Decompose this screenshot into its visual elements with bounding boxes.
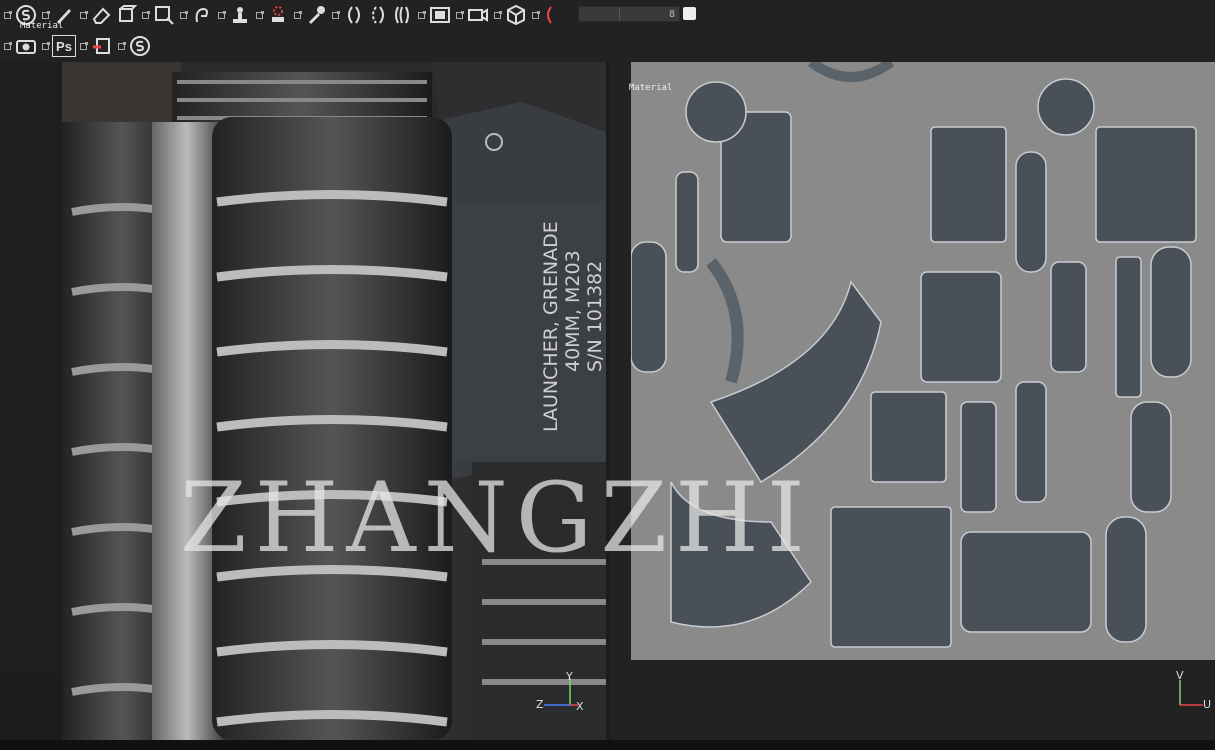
tool-substance-share[interactable] (114, 34, 152, 58)
mirror-icon[interactable] (366, 3, 390, 27)
grenade-text-line-2: 40MM, M203 (562, 250, 584, 372)
axis-z-label: Z (536, 698, 544, 711)
tool-render[interactable] (490, 3, 528, 27)
viewport-2d-label: Material (629, 83, 673, 93)
clone-stamp-icon[interactable] (266, 3, 290, 27)
popout-icon[interactable] (332, 10, 340, 19)
popout-icon[interactable] (4, 41, 12, 50)
popout-icon[interactable] (532, 10, 540, 19)
tool-polyfill[interactable] (138, 3, 176, 27)
grenade-text-line-3: S/N 101382 (584, 261, 606, 372)
projection-icon[interactable] (114, 3, 138, 27)
tool-xray[interactable] (390, 3, 414, 27)
polygon-fill-icon[interactable] (152, 3, 176, 27)
popout-icon[interactable] (294, 10, 302, 19)
status-bar (0, 740, 1215, 750)
tool-eraser[interactable] (76, 3, 114, 27)
grenade-text-line-1: LAUNCHER, GRENADE (540, 221, 562, 432)
brush-size-slider[interactable]: 8 (578, 6, 680, 22)
tool-smudge[interactable] (176, 3, 214, 27)
axis-y-label: Y (566, 670, 573, 683)
tool-lasso[interactable] (528, 3, 566, 27)
axis-x-label: X (576, 700, 584, 713)
color-picker-icon[interactable] (304, 3, 328, 27)
tool-screenshot[interactable] (0, 34, 38, 58)
lasso-icon[interactable] (542, 3, 566, 27)
eraser-icon[interactable] (90, 3, 114, 27)
3d-view-icon[interactable] (466, 3, 490, 27)
popout-icon[interactable] (418, 10, 426, 19)
tool-picker[interactable] (290, 3, 328, 27)
screenshot-icon[interactable] (14, 34, 38, 58)
viewport-3d-label: Material (20, 21, 64, 31)
export-icon[interactable] (90, 34, 114, 58)
tool-symmetry[interactable] (328, 3, 366, 27)
viewport-2d[interactable]: Material V U (610, 62, 1215, 740)
popout-icon[interactable] (80, 41, 88, 50)
tool-photoshop[interactable]: Ps (38, 35, 76, 57)
viewport-3d[interactable]: LAUNCHER, GRENADE 40MM, M203 S/N 101382 … (62, 62, 606, 740)
popout-icon[interactable] (218, 10, 226, 19)
camera-icon[interactable] (428, 3, 452, 27)
popout-icon[interactable] (456, 10, 464, 19)
popout-icon[interactable] (42, 10, 50, 19)
toolbar: 8 Ps (0, 0, 1215, 62)
popout-icon[interactable] (494, 10, 502, 19)
popout-icon[interactable] (80, 10, 88, 19)
watermark-text: ZHANGZHI (180, 462, 813, 574)
edit-value-icon[interactable] (683, 7, 696, 20)
popout-icon[interactable] (142, 10, 150, 19)
popout-icon[interactable] (180, 10, 188, 19)
tool-export[interactable] (76, 34, 114, 58)
slider-value: 8 (668, 8, 675, 20)
tool-camera-view[interactable] (414, 3, 452, 27)
render-icon[interactable] (504, 3, 528, 27)
toolbar-row-1 (0, 0, 566, 30)
popout-icon[interactable] (118, 41, 126, 50)
tool-mirror[interactable] (366, 3, 390, 27)
clone-icon[interactable] (228, 3, 252, 27)
popout-icon[interactable] (256, 10, 264, 19)
popout-icon[interactable] (42, 41, 50, 50)
3d-model-render: LAUNCHER, GRENADE 40MM, M203 S/N 101382 (62, 62, 606, 740)
photoshop-button[interactable]: Ps (52, 35, 76, 57)
axis-v-label: V (1176, 669, 1184, 682)
tool-clone-stamp[interactable] (252, 3, 290, 27)
smudge-icon[interactable] (190, 3, 214, 27)
axis-u-label: U (1203, 698, 1212, 711)
symmetry-icon[interactable] (342, 3, 366, 27)
tool-clone[interactable] (214, 3, 252, 27)
tool-3d-view[interactable] (452, 3, 490, 27)
viewport-3d-background[interactable]: Material (0, 0, 64, 678)
toolbar-row-2: Ps (0, 31, 152, 61)
substance-share-icon[interactable] (128, 34, 152, 58)
popout-icon[interactable] (4, 10, 12, 19)
tool-projection[interactable] (114, 3, 138, 27)
x-ray-icon[interactable] (390, 3, 414, 27)
